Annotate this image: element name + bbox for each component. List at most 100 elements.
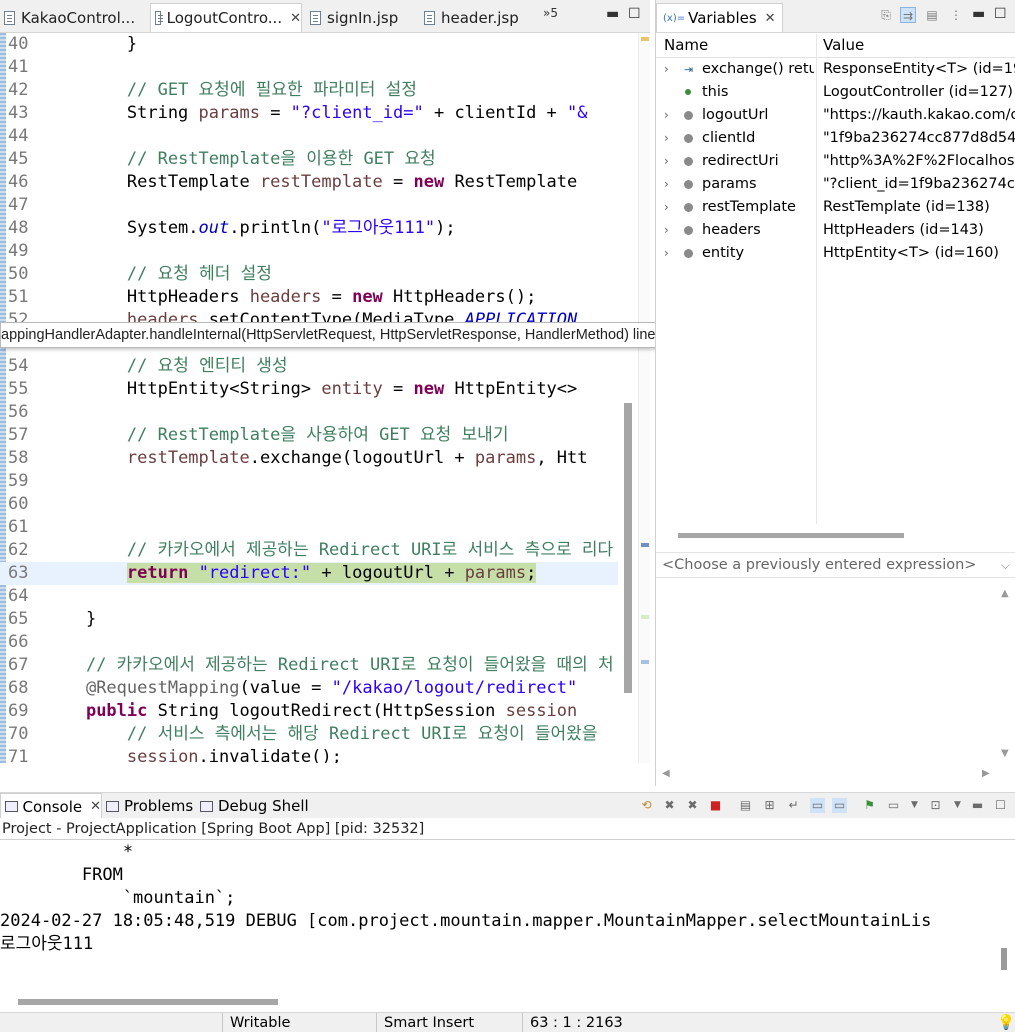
collapse-all-icon[interactable]: ⎘ (878, 7, 894, 23)
code-line[interactable]: 47 (0, 194, 618, 217)
line-number[interactable]: 57 (0, 424, 38, 447)
clear-console-icon[interactable]: ▤ (738, 798, 753, 813)
line-number[interactable]: 60 (0, 493, 38, 516)
expand-chevron-icon[interactable]: › (664, 150, 669, 173)
line-number[interactable]: 42 (0, 79, 38, 102)
code-line[interactable]: 58 restTemplate.exchange(logoutUrl + par… (0, 447, 618, 470)
expand-chevron-icon[interactable]: › (664, 104, 669, 127)
line-number[interactable]: 54 (0, 355, 38, 378)
line-number[interactable]: 70 (0, 723, 38, 746)
scroll-down-icon[interactable]: ▼ (1001, 748, 1009, 759)
remove-all-icon[interactable]: ✖ (685, 798, 700, 813)
code-line[interactable]: 59 (0, 470, 618, 493)
remove-launch-icon[interactable]: ✖ (662, 798, 677, 813)
expand-chevron-icon[interactable]: › (664, 58, 669, 81)
tip-icon[interactable]: 💡 (990, 1013, 1015, 1032)
code-line[interactable]: 46 RestTemplate restTemplate = new RestT… (0, 171, 618, 194)
line-number[interactable]: 55 (0, 378, 38, 401)
line-number[interactable]: 62 (0, 539, 38, 562)
console-vertical-scrollbar[interactable] (1001, 948, 1007, 970)
variable-row-clientid[interactable]: › clientId "1f9ba236274cc877d8d54982 (656, 127, 1015, 150)
ruler-occurrence-mark[interactable] (641, 543, 649, 547)
code-line[interactable]: 43 String params = "?client_id=" + clien… (0, 102, 618, 125)
expand-chevron-icon[interactable]: › (664, 196, 669, 219)
code-line[interactable]: 70 // 서비스 측에서는 해당 Redirect URI로 요청이 들어왔을 (0, 723, 618, 746)
line-number[interactable]: 41 (0, 56, 38, 79)
variable-row-resttemplate[interactable]: › restTemplate RestTemplate (id=138) (656, 196, 1015, 219)
view-menu-icon[interactable]: ⋮ (948, 7, 964, 23)
layout-icon[interactable]: ▤ (924, 7, 940, 23)
expand-chevron-icon[interactable]: › (664, 242, 669, 265)
tab-logout-controller[interactable]: LogoutContro... ✕ (150, 3, 302, 32)
line-number[interactable]: 65 (0, 608, 38, 631)
minimize-icon[interactable]: ▬ (970, 798, 985, 813)
line-number[interactable]: 48 (0, 217, 38, 240)
overview-ruler[interactable] (638, 33, 650, 763)
code-editor[interactable]: 40 } 41 42 // GET 요청에 필요한 파라미터 설정 43 String… (0, 33, 650, 763)
status-cursor-position[interactable]: 63 : 1 : 2163 (522, 1013, 672, 1032)
variable-row-redirecturi[interactable]: › redirectUri "http%3A%2F%2Flocalhost% (656, 150, 1015, 173)
word-wrap-icon[interactable]: ↵ (786, 798, 801, 813)
console-output[interactable]: * FROM `mountain`; 2024-02-27 18:05:48,51… (0, 841, 1000, 991)
line-number[interactable]: 69 (0, 700, 38, 723)
line-number[interactable]: 40 (0, 33, 38, 56)
ruler-occurrence-mark[interactable] (641, 660, 649, 664)
line-number[interactable]: 56 (0, 401, 38, 424)
chevron-down-icon[interactable]: ⌵ (1001, 553, 1010, 577)
relaunch-icon[interactable]: ⟲ (639, 798, 654, 813)
code-line[interactable]: 68 @RequestMapping(value = "/kakao/logou… (0, 677, 618, 700)
code-line[interactable]: 49 (0, 240, 618, 263)
line-number[interactable]: 64 (0, 585, 38, 608)
show-on-stderr-icon[interactable]: ▭ (832, 798, 847, 813)
code-line[interactable]: 71 session.invalidate(); (0, 746, 618, 763)
line-number[interactable]: 58 (0, 447, 38, 470)
terminate-icon[interactable]: ■ (708, 798, 723, 813)
variable-row-logouturl[interactable]: › logoutUrl "https://kauth.kakao.com/oauth… (656, 104, 1015, 127)
maximize-icon[interactable]: ☐ (628, 6, 641, 22)
tab-problems[interactable]: Problems (106, 793, 193, 819)
line-number[interactable]: 51 (0, 286, 38, 309)
tab-signin-jsp[interactable]: signIn.jsp (310, 3, 418, 32)
line-number[interactable]: 44 (0, 125, 38, 148)
line-number[interactable]: 46 (0, 171, 38, 194)
tab-debug-shell[interactable]: Debug Shell (200, 793, 309, 819)
chevron-down-icon[interactable]: ▼ (907, 798, 922, 813)
scroll-right-icon[interactable]: ▶ (982, 768, 990, 779)
code-line[interactable]: 45 // RestTemplate을 이용한 GET 요청 (0, 148, 618, 171)
code-line[interactable]: 55 HttpEntity<String> entity = new HttpE… (0, 378, 618, 401)
code-line[interactable]: 51 HttpHeaders headers = new HttpHeaders… (0, 286, 618, 309)
status-insert-mode[interactable]: Smart Insert (376, 1013, 520, 1032)
line-number[interactable]: 43 (0, 102, 38, 125)
close-icon[interactable]: ✕ (765, 11, 776, 26)
line-number[interactable]: 68 (0, 677, 38, 700)
line-number[interactable]: 61 (0, 516, 38, 539)
scroll-lock-icon[interactable]: ⊞ (762, 798, 777, 813)
variable-row-entity[interactable]: › entity HttpEntity<T> (id=160) (656, 242, 1015, 265)
code-line[interactable]: 44 (0, 125, 618, 148)
code-line[interactable]: 54 // 요청 엔티티 생성 (0, 355, 618, 378)
close-icon[interactable]: ✕ (90, 799, 101, 814)
show-type-names-icon[interactable]: ⇉ (900, 7, 916, 23)
code-line[interactable]: 64 (0, 585, 618, 608)
code-line[interactable]: 50 // 요청 헤더 설정 (0, 263, 618, 286)
minimize-icon[interactable]: ▬ (972, 6, 985, 22)
tab-console[interactable]: Console ✕ (0, 793, 102, 819)
scroll-up-icon[interactable]: ▲ (1001, 588, 1009, 599)
variable-row-params[interactable]: › params "?client_id=1f9ba236274cc87 (656, 173, 1015, 196)
expression-combo[interactable]: <Choose a previously entered expression>… (656, 552, 1015, 578)
expand-chevron-icon[interactable]: › (664, 127, 669, 150)
code-line[interactable]: 48 System.out.println("로그아웃111"); (0, 217, 618, 240)
chevron-down-icon[interactable]: ▼ (950, 798, 965, 813)
code-line[interactable]: 40 } (0, 33, 618, 56)
ruler-occurrence-mark[interactable] (641, 615, 649, 619)
ruler-warning-mark[interactable] (641, 37, 649, 41)
expand-chevron-icon[interactable]: › (664, 173, 669, 196)
code-line[interactable]: 60 (0, 493, 618, 516)
open-console-icon[interactable]: ⊡ (928, 798, 943, 813)
code-line[interactable]: 62 // 카카오에서 제공하는 Redirect URI로 서비스 측으로 리… (0, 539, 618, 562)
line-number[interactable]: 45 (0, 148, 38, 171)
code-line[interactable]: 61 (0, 516, 618, 539)
pin-console-icon[interactable]: ⚑ (862, 798, 877, 813)
line-number[interactable]: 67 (0, 654, 38, 677)
maximize-icon[interactable]: ☐ (994, 6, 1007, 22)
